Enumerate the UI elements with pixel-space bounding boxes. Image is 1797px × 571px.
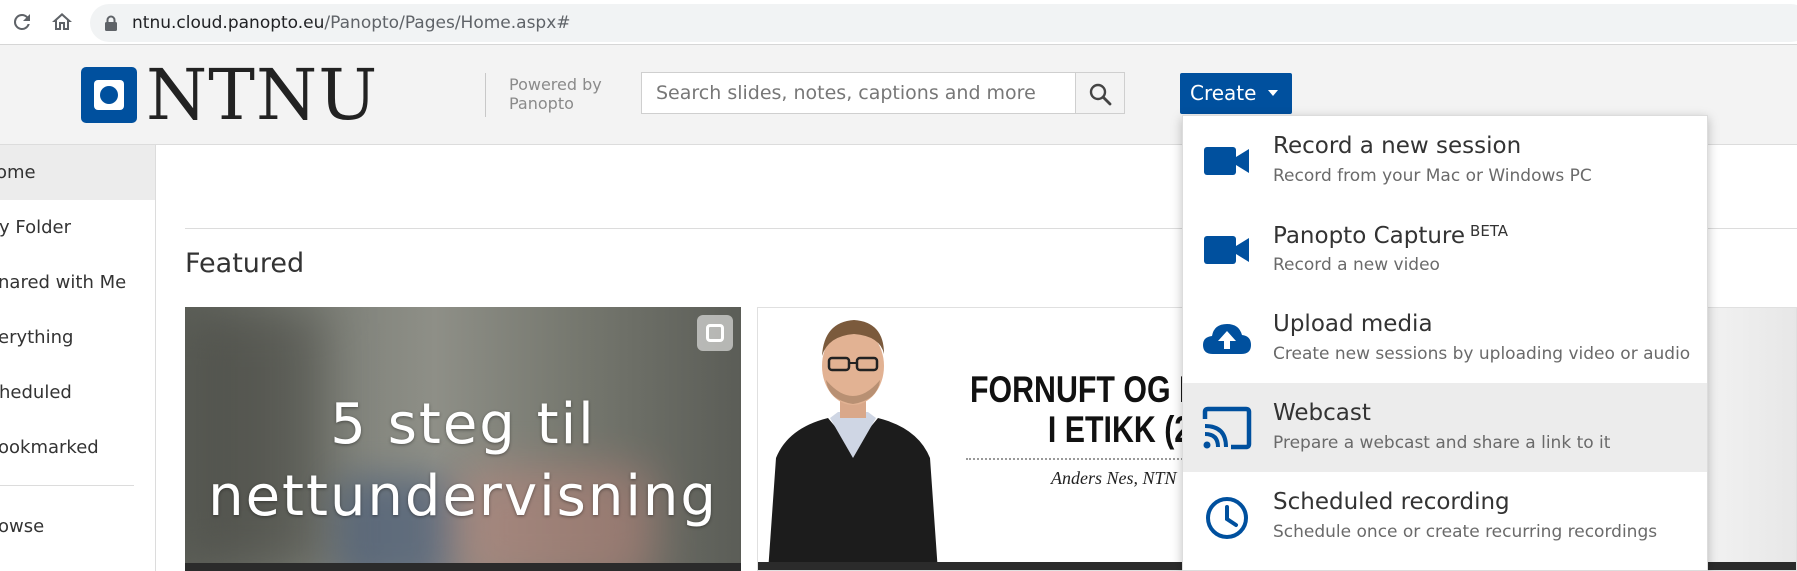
search-input[interactable] [642, 73, 1075, 113]
reload-icon [13, 13, 30, 30]
video-camera-icon [1204, 147, 1249, 175]
card-1-line2: nettundervisning [208, 464, 718, 529]
powered-by-line1: Powered by [509, 75, 602, 94]
menu-item-title: Scheduled recording [1273, 489, 1510, 515]
featured-card-1[interactable]: 5 steg til nettundervisning [185, 307, 741, 571]
caret-down-icon [1268, 90, 1278, 96]
presenter-thumbnail [768, 320, 938, 570]
card-1-line1: 5 steg til [330, 392, 596, 457]
url-text[interactable]: ntnu.cloud.panopto.eu/Panopto/Pages/Home… [132, 13, 571, 33]
menu-item-title: Record a new session [1273, 133, 1522, 159]
menu-item-title: Panopto Capture BETA [1273, 222, 1508, 249]
sidebar-item-my-folder[interactable]: y Folder [0, 200, 155, 255]
sidebar-item-browse[interactable]: owse [0, 499, 155, 554]
menu-item-title: Upload media [1273, 311, 1433, 337]
cast-icon [1202, 406, 1252, 450]
menu-item-title: Webcast [1273, 400, 1371, 426]
powered-by: Powered by Panopto [509, 75, 602, 113]
reload-button[interactable] [10, 10, 34, 34]
search-icon [1089, 83, 1112, 106]
home-button[interactable] [50, 10, 74, 34]
stop-icon [697, 315, 733, 351]
video-camera-icon [1204, 236, 1249, 264]
sidebar-item-bookmarked[interactable]: ookmarked [0, 420, 155, 475]
clock-icon [1206, 497, 1248, 539]
ntnu-logo-icon[interactable] [81, 67, 137, 123]
sidebar-item-label: erything [0, 327, 74, 348]
menu-item-upload-media[interactable]: Upload media Create new sessions by uplo… [1183, 294, 1707, 383]
menu-item-record-session[interactable]: Record a new session Record from your Ma… [1183, 116, 1707, 205]
create-button-label: Create [1190, 81, 1257, 105]
lock-icon [105, 15, 117, 31]
cloud-upload-icon [1203, 324, 1251, 354]
menu-item-subtitle: Create new sessions by uploading video o… [1273, 344, 1691, 364]
sidebar-divider [0, 485, 134, 486]
sidebar-item-label: ookmarked [0, 437, 99, 458]
logo-text[interactable]: NTNU [146, 55, 378, 135]
sidebar-item-label: owse [0, 516, 45, 537]
sidebar-item-scheduled[interactable]: heduled [0, 365, 155, 420]
menu-item-panopto-capture[interactable]: Panopto Capture BETA Record a new video [1183, 205, 1707, 294]
search-box [641, 72, 1076, 114]
sidebar-item-everything[interactable]: erything [0, 310, 155, 365]
featured-title: Featured [185, 248, 305, 279]
menu-item-title-text: Panopto Capture [1273, 223, 1466, 249]
menu-item-subtitle: Record from your Mac or Windows PC [1273, 166, 1592, 186]
card-1-text: 5 steg til nettundervisning [185, 389, 741, 533]
search-button[interactable] [1075, 72, 1125, 114]
beta-badge: BETA [1470, 222, 1509, 240]
url-path: /Panopto/Pages/Home.aspx# [324, 13, 571, 33]
sidebar-item-label: nared with Me [0, 272, 127, 293]
card-2-author: Anders Nes, NTN [1051, 468, 1177, 488]
sidebar: ome y Folder nared with Me erything hedu… [0, 145, 156, 571]
menu-item-subtitle: Schedule once or create recurring record… [1273, 522, 1658, 542]
card-progress-bar [185, 563, 741, 571]
menu-item-subtitle: Prepare a webcast and share a link to it [1273, 433, 1611, 453]
sidebar-item-label: heduled [0, 382, 72, 403]
url-host: ntnu.cloud.panopto.eu [132, 13, 325, 33]
home-icon [52, 13, 72, 30]
sidebar-item-home[interactable]: ome [0, 145, 155, 200]
create-button[interactable]: Create [1180, 73, 1292, 114]
sidebar-item-shared-with-me[interactable]: nared with Me [0, 255, 155, 310]
menu-item-subtitle: Record a new video [1273, 255, 1440, 275]
address-bar[interactable]: ntnu.cloud.panopto.eu/Panopto/Pages/Home… [90, 4, 1797, 42]
menu-item-scheduled-recording[interactable]: Scheduled recording Schedule once or cre… [1183, 472, 1707, 561]
menu-item-webcast[interactable]: Webcast Prepare a webcast and share a li… [1183, 383, 1707, 472]
sidebar-item-label: ome [0, 162, 36, 183]
header-divider [485, 73, 486, 117]
sidebar-item-label: y Folder [0, 217, 71, 238]
create-dropdown-menu: Record a new session Record from your Ma… [1182, 115, 1708, 571]
browser-toolbar: ntnu.cloud.panopto.eu/Panopto/Pages/Home… [0, 0, 1797, 45]
powered-by-line2: Panopto [509, 94, 574, 113]
